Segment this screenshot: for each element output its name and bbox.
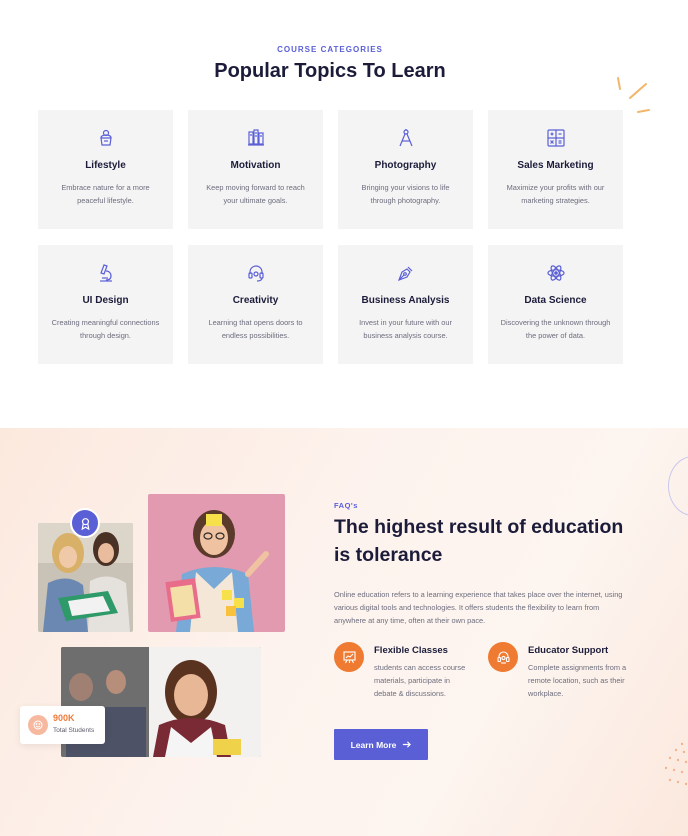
dots-decoration: [664, 742, 688, 786]
category-description: Keep moving forward to reach your ultima…: [206, 183, 305, 205]
category-title: Sales Marketing: [517, 160, 594, 171]
award-badge: [70, 508, 100, 538]
pen-nib-icon: [396, 263, 416, 283]
faq-eyebrow: FAQ's: [334, 501, 358, 510]
category-title: UI Design: [82, 295, 129, 306]
category-title: Lifestyle: [85, 160, 126, 171]
compass-icon: [396, 128, 416, 148]
category-card-data-science[interactable]: Data Science Discovering the unknown thr…: [488, 245, 623, 364]
circle-decoration: [668, 456, 688, 516]
feature-title: Flexible Classes: [374, 645, 448, 656]
category-description: Creating meaningful connections through …: [51, 318, 160, 340]
award-icon: [80, 517, 90, 530]
atom-icon: [546, 263, 566, 283]
learn-more-button[interactable]: Learn More: [334, 729, 428, 760]
category-card-motivation[interactable]: Motivation Keep moving forward to reach …: [188, 110, 323, 229]
total-students-card: 900K Total Students: [20, 706, 105, 744]
feature-title: Educator Support: [528, 645, 609, 656]
lifestyle-icon: [96, 128, 116, 148]
category-title: Motivation: [230, 160, 281, 171]
category-description: Learning that opens doors to endless pos…: [208, 318, 303, 340]
category-title: Business Analysis: [361, 295, 450, 306]
category-card-lifestyle[interactable]: Lifestyle Embrace nature for a more peac…: [38, 110, 173, 229]
category-description: Bringing your visions to life through ph…: [361, 183, 450, 205]
categories-grid: Lifestyle Embrace nature for a more peac…: [38, 110, 623, 364]
categories-title: Popular Topics To Learn: [214, 60, 446, 82]
category-title: Creativity: [232, 295, 279, 306]
category-description: Discovering the unknown through the powe…: [500, 318, 611, 340]
total-students-value: 900K: [53, 713, 75, 723]
student-sticky-notes-photo: [148, 494, 285, 632]
category-description: Embrace nature for a more peaceful lifes…: [61, 183, 150, 205]
category-card-ui-design[interactable]: UI Design Creating meaningful connection…: [38, 245, 173, 364]
categories-eyebrow: COURSE CATEGORIES: [277, 45, 383, 54]
students-reading-photo: [38, 523, 133, 632]
arrow-right-icon: [403, 741, 412, 748]
category-card-creativity[interactable]: Creativity Learning that opens doors to …: [188, 245, 323, 364]
headset-icon: [246, 263, 266, 283]
categories-section: COURSE CATEGORIES Popular Topics To Lear…: [0, 0, 688, 428]
category-description: Invest in your future with our business …: [359, 318, 452, 340]
calculator-icon: [546, 128, 566, 148]
category-card-photography[interactable]: Photography Bringing your visions to lif…: [338, 110, 473, 229]
category-description: Maximize your profits with our marketing…: [506, 183, 605, 205]
support-icon: [488, 642, 518, 672]
category-title: Photography: [374, 160, 437, 171]
microscope-icon: [96, 263, 116, 283]
category-card-sales-marketing[interactable]: Sales Marketing Maximize your profits wi…: [488, 110, 623, 229]
faq-section: 900K Total Students FAQ's The highest re…: [0, 428, 688, 836]
category-card-business-analysis[interactable]: Business Analysis Invest in your future …: [338, 245, 473, 364]
feature-description: students can access course materials, pa…: [374, 663, 466, 698]
whiteboard-icon: [334, 642, 364, 672]
faq-description: Online education refers to a learning ex…: [334, 590, 623, 625]
books-icon: [246, 128, 266, 148]
faq-title: The highest result of education is toler…: [334, 516, 624, 566]
feature-description: Complete assignments from a remote locat…: [528, 663, 627, 698]
smile-icon: [28, 715, 48, 735]
category-title: Data Science: [524, 295, 587, 306]
learn-more-label: Learn More: [350, 739, 397, 750]
total-students-label: Total Students: [53, 727, 95, 734]
